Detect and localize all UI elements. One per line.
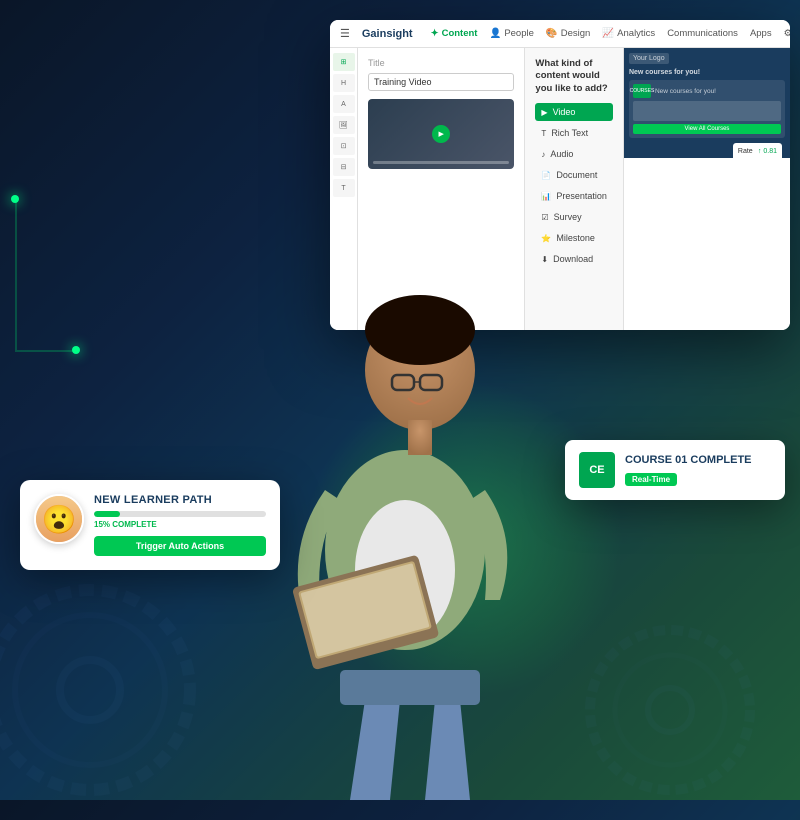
- progress-bar-container: [94, 511, 266, 517]
- learner-avatar: 😮: [34, 494, 84, 544]
- nav-apps[interactable]: Apps: [750, 28, 772, 39]
- option-video[interactable]: ▶ Video: [535, 103, 613, 121]
- progress-label: 15% COMPLETE: [94, 520, 266, 529]
- nav-content[interactable]: ✦ Content: [431, 28, 478, 39]
- nav-design[interactable]: 🎨 Design: [546, 28, 590, 39]
- course-card-header: COURSES New courses for you!: [633, 84, 781, 98]
- course-complete-title: COURSE 01 COMPLETE: [625, 454, 752, 466]
- learner-info: NEW LEARNER PATH 15% COMPLETE Trigger Au…: [94, 494, 266, 556]
- sidebar-icon-1[interactable]: ⊞: [333, 53, 355, 71]
- app-navbar: ☰ Gainsight ✦ Content 👤 People 🎨 Design …: [330, 20, 790, 48]
- learner-path-card: 😮 NEW LEARNER PATH 15% COMPLETE Trigger …: [20, 480, 280, 570]
- course-complete-info: COURSE 01 COMPLETE Real-Time: [625, 454, 752, 487]
- sidebar-icon-2[interactable]: H: [333, 74, 355, 92]
- courses-heading: New courses for you!: [629, 69, 785, 76]
- learner-path-title: NEW LEARNER PATH: [94, 494, 266, 506]
- courses-icon: COURSES: [633, 84, 651, 98]
- nav-people[interactable]: 👤 People: [489, 28, 533, 39]
- content-type-question: What kind of content would you like to a…: [535, 58, 613, 95]
- video-icon: ▶: [541, 108, 547, 117]
- app-right-panel: Your Logo New courses for you! COURSES N…: [623, 48, 790, 330]
- completion-rate-display: Rate ↑ 0.81: [733, 143, 782, 158]
- course-badge: CE: [579, 452, 615, 488]
- avatar-face: 😮: [36, 496, 82, 542]
- person-figure: [210, 120, 590, 800]
- title-input[interactable]: [368, 73, 514, 91]
- course-complete-card: CE COURSE 01 COMPLETE Real-Time: [565, 440, 785, 500]
- trigger-auto-actions-button[interactable]: Trigger Auto Actions: [94, 536, 266, 556]
- progress-bar-fill: [94, 511, 120, 517]
- title-label: Title: [368, 58, 514, 68]
- nav-automation[interactable]: ⚙ Automation: [784, 28, 790, 39]
- nav-analytics[interactable]: 📈 Analytics: [602, 28, 655, 39]
- nav-communications[interactable]: Communications: [667, 28, 738, 39]
- right-panel-header: Your Logo New courses for you! COURSES N…: [624, 48, 790, 158]
- view-all-button[interactable]: View All Courses: [633, 124, 781, 134]
- sidebar-icon-3[interactable]: A: [333, 95, 355, 113]
- app-logo: Gainsight: [362, 28, 413, 40]
- real-time-badge: Real-Time: [625, 473, 677, 486]
